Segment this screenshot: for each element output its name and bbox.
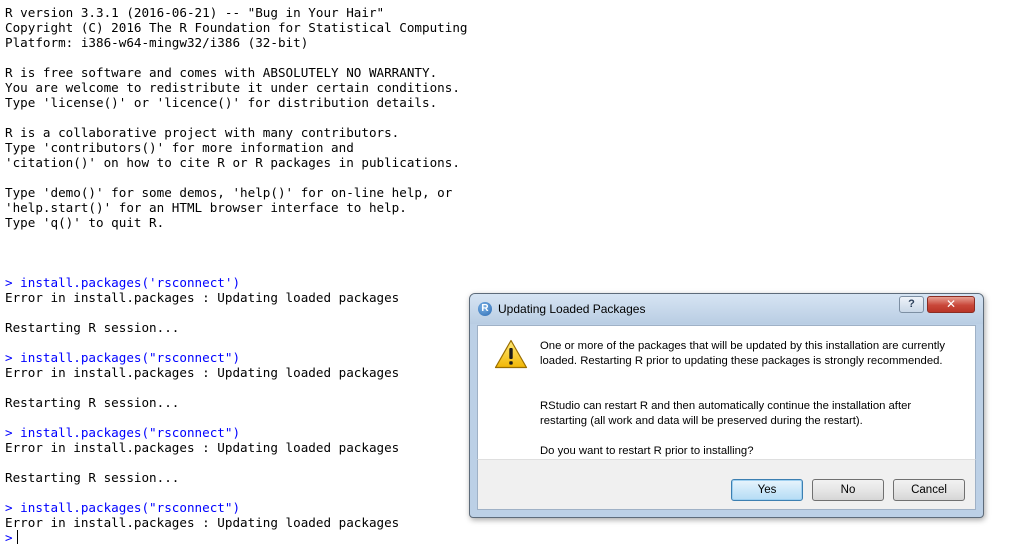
help-button[interactable]: ? <box>899 296 924 313</box>
console-output-line: 'help.start()' for an HTML browser inter… <box>5 200 407 215</box>
no-button[interactable]: No <box>812 479 884 501</box>
console-output-line: You are welcome to redistribute it under… <box>5 80 460 95</box>
console-output-line: Restarting R session... <box>5 320 180 335</box>
dialog-body: One or more of the packages that will be… <box>477 325 976 459</box>
console-command-line: > install.packages("rsconnect") <box>5 350 241 365</box>
dialog-button-bar: Yes No Cancel <box>477 459 976 510</box>
console-output-line: Error in install.packages : Updating loa… <box>5 365 400 380</box>
cancel-button[interactable]: Cancel <box>893 479 965 501</box>
console-output-line: Type 'contributors()' for more informati… <box>5 140 354 155</box>
console-output-line: Error in install.packages : Updating loa… <box>5 290 400 305</box>
console-output-line: R is a collaborative project with many c… <box>5 125 400 140</box>
yes-button[interactable]: Yes <box>731 479 803 501</box>
rstudio-app-icon: R <box>478 302 492 316</box>
console-output-line: Type 'demo()' for some demos, 'help()' f… <box>5 185 453 200</box>
dialog-message-loaded: One or more of the packages that will be… <box>540 340 946 367</box>
console-output-line: R is free software and comes with ABSOLU… <box>5 65 438 80</box>
console-output-line: Restarting R session... <box>5 470 180 485</box>
console-input-prompt[interactable]: > <box>5 530 18 545</box>
console-output-line: Platform: i386-w64-mingw32/i386 (32-bit) <box>5 35 309 50</box>
console-output-line: Error in install.packages : Updating loa… <box>5 440 400 455</box>
dialog-title: Updating Loaded Packages <box>498 302 646 316</box>
console-output-line: R version 3.3.1 (2016-06-21) -- "Bug in … <box>5 5 385 20</box>
dialog-message-restart: RStudio can restart R and then automatic… <box>540 400 912 427</box>
close-button[interactable]: ✕ <box>927 296 975 313</box>
text-cursor <box>16 530 18 544</box>
updating-packages-dialog: R Updating Loaded Packages ? ✕ One or mo… <box>469 293 984 518</box>
console-command-line: > install.packages("rsconnect") <box>5 500 241 515</box>
console-command-line: > install.packages("rsconnect") <box>5 425 241 440</box>
console-output-line: Error in install.packages : Updating loa… <box>5 515 400 530</box>
warning-icon <box>494 339 528 369</box>
console-output-line: Restarting R session... <box>5 395 180 410</box>
dialog-message-question: Do you want to restart R prior to instal… <box>540 445 754 457</box>
console-command-line: > install.packages('rsconnect') <box>5 275 241 290</box>
console-output-line: Type 'license()' or 'licence()' for dist… <box>5 95 438 110</box>
console-output-line: Type 'q()' to quit R. <box>5 215 165 230</box>
console-output-line: 'citation()' on how to cite R or R packa… <box>5 155 460 170</box>
dialog-titlebar[interactable]: R Updating Loaded Packages ? ✕ <box>470 294 983 324</box>
console-output-line: Copyright (C) 2016 The R Foundation for … <box>5 20 468 35</box>
